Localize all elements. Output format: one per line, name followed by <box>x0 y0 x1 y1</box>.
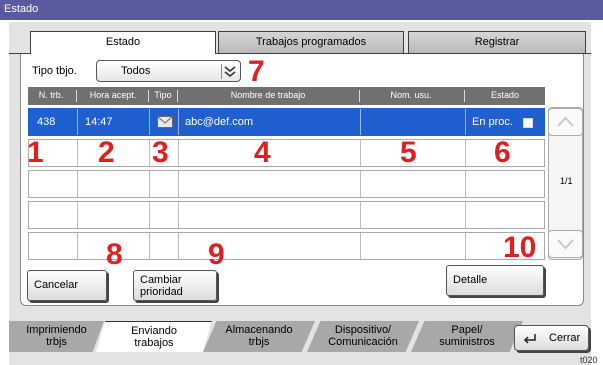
cell-separator <box>178 202 179 228</box>
cell-separator <box>178 140 179 166</box>
callout-8: 8 <box>106 238 123 271</box>
col-header-status: Estado <box>490 90 520 100</box>
close-button-label: Cerrar <box>549 332 581 344</box>
callout-10: 10 <box>503 231 537 264</box>
tab-status-label: Estado <box>105 36 141 48</box>
tab-log-label: Registrar <box>474 36 520 48</box>
bottom-tab-device-communication[interactable]: Dispositivo/ Comunicación <box>307 321 419 352</box>
callout-9: 9 <box>208 238 225 271</box>
callout-6: 6 <box>494 136 511 169</box>
col-header-job-no: N. trb. <box>38 90 64 100</box>
cell-separator <box>77 109 78 135</box>
table-row[interactable] <box>28 170 545 198</box>
col-header-type: Tipo <box>154 90 172 100</box>
bottom-tab-storing-jobs[interactable]: Almacenando trbjs <box>203 321 315 352</box>
col-header-user: Nom. usu. <box>390 90 432 100</box>
scroll-up-button[interactable] <box>548 108 583 136</box>
bottom-tab-printing-jobs[interactable]: Imprimiendo trbjs <box>9 321 104 352</box>
image-code: t020 <box>580 355 598 365</box>
close-button[interactable]: Cerrar <box>514 325 589 351</box>
cell-separator <box>360 202 361 228</box>
detail-button-label: Detalle <box>453 274 488 286</box>
job-number: 438 <box>37 116 56 128</box>
job-type-dropdown[interactable]: Todos <box>96 60 241 82</box>
chevron-down-icon <box>557 239 574 250</box>
cell-separator <box>149 233 150 259</box>
cell-separator <box>360 233 361 259</box>
cell-separator <box>77 171 78 197</box>
bottom-tab-device-line2: Comunicación <box>328 336 398 348</box>
callout-1: 1 <box>27 136 44 169</box>
bottom-tab-device-line1: Dispositivo/ <box>334 324 392 336</box>
cell-separator <box>465 171 466 197</box>
bottom-tab-paper-supplies[interactable]: Papel/ suministros <box>411 321 523 352</box>
user-name <box>363 109 367 135</box>
cell-separator <box>465 202 466 228</box>
bottom-tab-printing-line2: trbjs <box>46 336 67 348</box>
double-chevron-down-icon <box>221 64 237 79</box>
callout-5: 5 <box>400 136 417 169</box>
detail-button[interactable]: Detalle <box>446 265 544 296</box>
cell-separator <box>149 171 150 197</box>
cell-separator <box>178 171 179 197</box>
col-header-job-name: Nombre de trabajo <box>230 90 306 100</box>
callout-7: 7 <box>248 55 265 88</box>
cell-separator <box>178 109 179 135</box>
accept-time: 14:47 <box>85 116 113 128</box>
cell-separator <box>465 140 466 166</box>
table-row[interactable] <box>28 201 545 229</box>
page-indicator: 1/1 <box>560 176 573 186</box>
cell-separator <box>149 202 150 228</box>
tab-scheduled-jobs[interactable]: Trabajos programados <box>218 31 404 53</box>
callout-2: 2 <box>98 136 115 169</box>
cancel-button-label: Cancelar <box>34 279 79 291</box>
tab-scheduled-jobs-label: Trabajos programados <box>255 36 367 48</box>
chevron-up-icon <box>557 116 574 127</box>
col-header-time: Hora acept. <box>89 90 137 100</box>
cell-separator <box>77 233 78 259</box>
table-header: N. trb. Hora acept. Tipo Nombre de traba… <box>28 87 545 105</box>
scroll-down-button[interactable] <box>548 230 583 258</box>
job-status: En proc. <box>472 116 513 128</box>
job-name: abc@def.com <box>185 116 254 128</box>
change-priority-label-line2: prioridad <box>140 286 183 298</box>
cell-separator <box>360 109 361 135</box>
bottom-tab-sending-line1: Enviando <box>131 325 177 337</box>
bottom-tab-sending-jobs[interactable]: Enviando trabajos <box>96 321 212 352</box>
row-checkbox[interactable] <box>523 118 533 128</box>
enter-arrow-icon <box>523 334 536 344</box>
bottom-tab-storing-line2: trbjs <box>248 336 270 348</box>
bottom-tab-sending-line2: trabajos <box>134 337 174 349</box>
cell-separator <box>77 140 78 166</box>
email-icon <box>153 109 173 135</box>
bottom-tab-printing-line1: Imprimiendo <box>26 324 87 336</box>
callout-3: 3 <box>152 136 169 169</box>
cell-separator <box>77 202 78 228</box>
cell-separator <box>465 233 466 259</box>
change-priority-label-line1: Cambiar <box>140 274 182 286</box>
bottom-tab-paper-line1: Papel/ <box>451 324 483 336</box>
callout-4: 4 <box>254 136 271 169</box>
cell-separator <box>149 140 150 166</box>
job-type-value: Todos <box>121 65 151 77</box>
cell-separator <box>149 109 150 135</box>
change-priority-button[interactable]: Cambiar prioridad <box>133 270 217 301</box>
tab-log[interactable]: Registrar <box>408 31 586 53</box>
tab-status[interactable]: Estado <box>30 31 216 54</box>
bottom-tab-paper-line2: suministros <box>439 336 495 348</box>
cell-separator <box>465 109 466 135</box>
cell-separator <box>178 233 179 259</box>
job-type-label: Tipo tbjo. <box>32 65 77 77</box>
cell-separator <box>360 171 361 197</box>
window-title-bar: Estado <box>0 0 603 20</box>
cell-separator <box>360 140 361 166</box>
cancel-button[interactable]: Cancelar <box>27 270 107 301</box>
window-title: Estado <box>4 3 39 15</box>
header-separator <box>76 90 77 102</box>
bottom-tab-storing-line1: Almacenando <box>225 324 293 336</box>
table-row[interactable]: 438 14:47 abc@def.com En proc. <box>28 108 545 136</box>
